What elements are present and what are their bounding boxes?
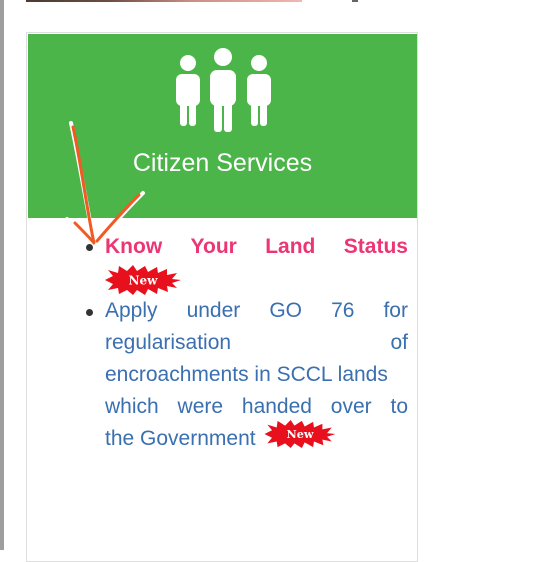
link-word: Apply — [105, 299, 158, 322]
link-word: of — [390, 331, 408, 354]
know-your-land-status-link[interactable]: Know Your Land Status — [105, 231, 408, 263]
link-word: Your — [190, 235, 237, 258]
services-list: Know Your Land Status New Apply under GO… — [79, 231, 434, 455]
link-word: which — [105, 395, 159, 418]
bullet — [86, 309, 93, 316]
link-word: 76 — [331, 299, 355, 322]
new-badge: New — [264, 420, 336, 448]
new-badge-label: New — [286, 427, 313, 441]
new-badge-label: New — [129, 274, 159, 288]
top-image-edge — [26, 0, 302, 2]
people-group-icon — [176, 48, 271, 132]
list-item: Know Your Land Status New — [79, 231, 434, 295]
link-word: were — [177, 395, 224, 418]
link-word: the Government — [105, 427, 256, 450]
citizen-services-panel: Citizen Services Know Your Land Status N… — [26, 32, 418, 562]
link-word: under — [186, 299, 241, 322]
new-badge: New — [105, 265, 181, 295]
link-word: Status — [343, 235, 408, 258]
link-word: Land — [265, 235, 316, 258]
list-item: Apply under GO 76 for regularisation of … — [79, 295, 434, 455]
link-word: GO — [269, 299, 303, 322]
go-76-regularisation-link[interactable]: Apply under GO 76 for regularisation of … — [105, 295, 408, 455]
link-word: over — [330, 395, 372, 418]
link-word: handed — [241, 395, 312, 418]
left-border — [0, 0, 4, 550]
bullet — [86, 244, 93, 251]
link-word: for — [383, 299, 408, 322]
link-word: to — [390, 395, 408, 418]
link-word: Know — [105, 235, 163, 258]
link-word: encroachments in SCCL lands — [105, 363, 388, 386]
link-word: regularisation — [105, 331, 232, 354]
top-mark — [352, 0, 358, 2]
